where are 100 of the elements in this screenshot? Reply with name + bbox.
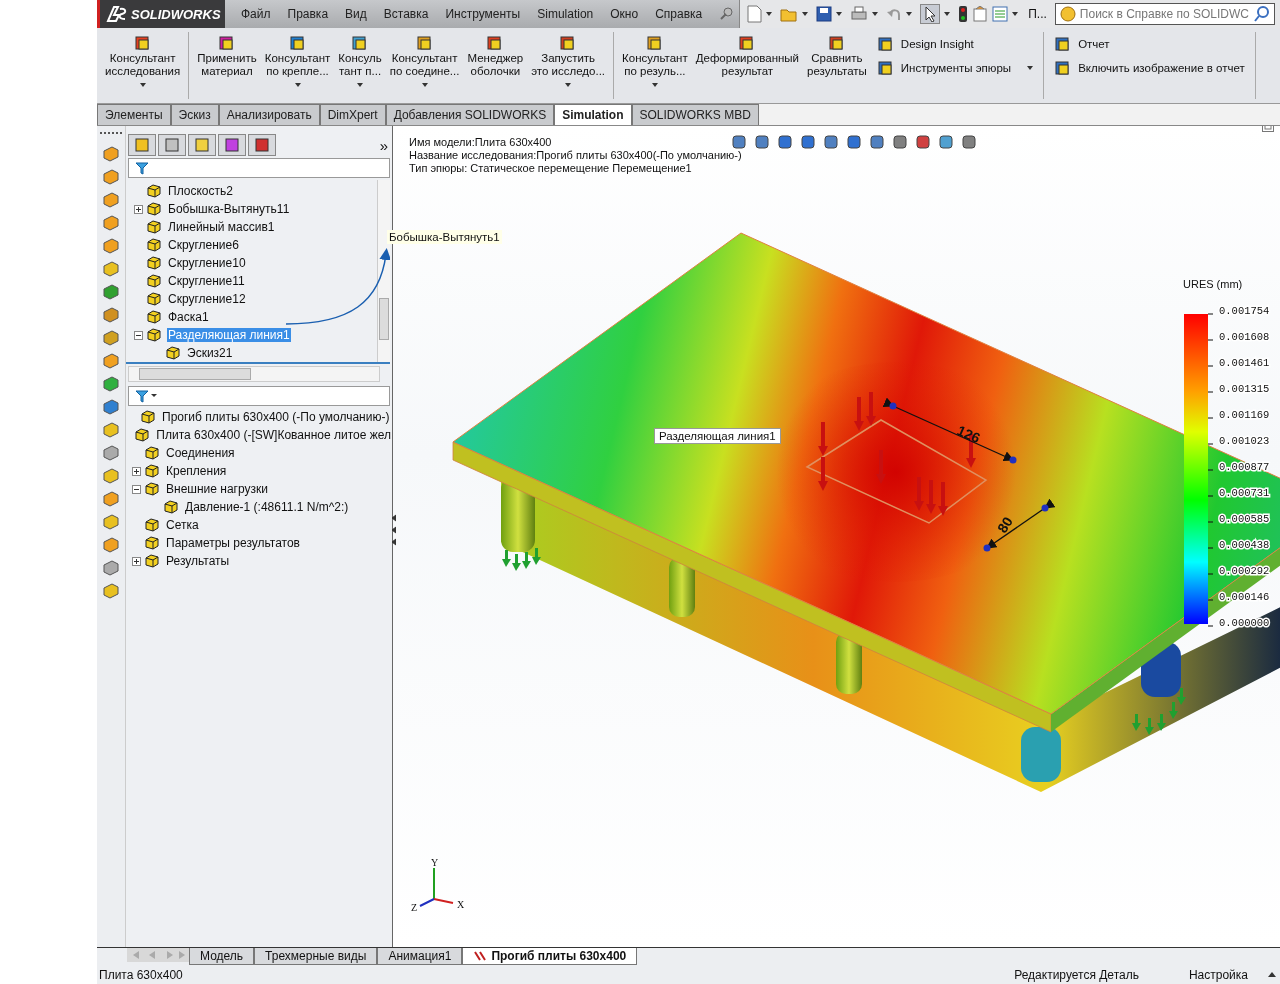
expand-toggle[interactable] <box>132 466 142 476</box>
menu-item[interactable]: Вид <box>345 7 367 21</box>
tree-item[interactable]: Прогиб плиты 630x400 (-По умолчанию-) <box>161 410 391 424</box>
view-tool-icon[interactable] <box>800 134 816 150</box>
ribbon-button[interactable]: Сравнить результаты <box>803 32 871 98</box>
tree-item[interactable]: Давление-1 (:48611.1 N/m^2:) <box>184 500 350 514</box>
collapse-handle[interactable] <box>391 512 397 548</box>
caret-icon[interactable] <box>1027 66 1034 70</box>
caret-icon[interactable] <box>1268 971 1276 979</box>
clipboard-icon[interactable] <box>972 6 989 22</box>
panel-tab[interactable] <box>128 134 156 156</box>
tool-icon[interactable] <box>102 214 120 232</box>
tab[interactable]: DimXpert <box>319 104 386 125</box>
search-field[interactable]: Поиск в Справке по SOLIDWC <box>1054 3 1275 25</box>
tool-icon[interactable] <box>102 237 120 255</box>
scrollbar[interactable] <box>128 366 380 382</box>
expand-button[interactable]: » <box>379 136 388 154</box>
tab[interactable]: Трехмерные виды <box>254 948 378 965</box>
tool-icon[interactable] <box>102 168 120 186</box>
caret-icon[interactable] <box>944 12 951 16</box>
tree-item[interactable]: Фаска1 <box>167 310 210 324</box>
ribbon-button[interactable]: Консультант по резуль... <box>618 32 692 98</box>
tab[interactable]: SOLIDWORKS MBD <box>631 104 759 125</box>
caret-icon[interactable] <box>294 83 301 87</box>
tool-icon[interactable] <box>102 398 120 416</box>
tab[interactable]: Добавления SOLIDWORKS <box>385 104 555 125</box>
caret-icon[interactable] <box>872 12 879 16</box>
collapse-toggle[interactable] <box>132 484 142 494</box>
tree-item[interactable]: Скругление12 <box>167 292 247 306</box>
tab[interactable]: Модель <box>189 948 255 965</box>
caret-icon[interactable] <box>906 12 913 16</box>
tab[interactable]: Элементы <box>97 104 171 125</box>
tree-item[interactable]: Соединения <box>165 446 236 460</box>
ribbon-button[interactable]: Отчет <box>1052 34 1247 54</box>
tool-icon[interactable] <box>102 283 120 301</box>
view-tool-icon[interactable] <box>915 134 931 150</box>
tool-icon[interactable] <box>102 467 120 485</box>
view-tool-icon[interactable] <box>938 134 954 150</box>
expand-toggle[interactable] <box>134 204 144 214</box>
tool-icon[interactable] <box>102 444 120 462</box>
tree-item[interactable]: Скругление11 <box>167 274 246 288</box>
tool-icon[interactable] <box>102 421 120 439</box>
tree-item[interactable]: Бобышка-Вытянуть11 <box>167 202 291 216</box>
ribbon-button[interactable]: Менеджер оболочки <box>463 32 528 98</box>
caret-icon[interactable] <box>1012 12 1019 16</box>
tree-item[interactable]: Сетка <box>165 518 200 532</box>
tool-icon[interactable] <box>102 536 120 554</box>
menu-item[interactable]: Файл <box>241 7 271 21</box>
overflow-button[interactable]: П... <box>1028 7 1047 21</box>
view-tool-icon[interactable] <box>892 134 908 150</box>
ribbon-button[interactable]: Применить материал <box>193 32 261 98</box>
tree-item[interactable]: Плита 630x400 (-[SW]Кованное литое жел <box>155 428 392 442</box>
panel-tab[interactable] <box>158 134 186 156</box>
collapse-toggle[interactable] <box>134 330 144 340</box>
filter-icon[interactable] <box>135 389 159 403</box>
caret-icon[interactable] <box>651 83 658 87</box>
ribbon-button[interactable]: Запустить это исследо... <box>527 32 610 98</box>
panel-tab[interactable] <box>218 134 246 156</box>
view-tool-icon[interactable] <box>731 134 747 150</box>
tab[interactable]: Прогиб плиты 630x400 <box>462 948 638 965</box>
view-tool-icon[interactable] <box>777 134 793 150</box>
scrollbar[interactable] <box>377 180 390 362</box>
traffic-light-icon[interactable] <box>958 5 969 23</box>
tree-item[interactable]: Параметры результатов <box>165 536 301 550</box>
caret-icon[interactable] <box>139 83 146 87</box>
caret-icon[interactable] <box>836 12 843 16</box>
view-tool-icon[interactable] <box>869 134 885 150</box>
ribbon-button[interactable]: Консультант исследования <box>101 32 185 98</box>
panel-tab[interactable] <box>188 134 216 156</box>
caret-icon[interactable] <box>357 83 364 87</box>
search-icon[interactable] <box>1253 6 1270 22</box>
tool-icon[interactable] <box>102 490 120 508</box>
tool-icon[interactable] <box>102 352 120 370</box>
select-button[interactable] <box>920 4 941 24</box>
tree-item[interactable]: Скругление6 <box>167 238 240 252</box>
view-tool-icon[interactable] <box>754 134 770 150</box>
ribbon-button[interactable]: Консультант по соедине... <box>385 32 464 98</box>
tree-item[interactable]: Результаты <box>165 554 231 568</box>
tree-item[interactable]: Скругление10 <box>167 256 247 270</box>
tool-icon[interactable] <box>102 513 120 531</box>
menu-item[interactable]: Инструменты <box>445 7 521 21</box>
ribbon-button[interactable]: Design Insight <box>874 34 1036 54</box>
menu-item[interactable]: Правка <box>287 7 329 21</box>
tool-icon[interactable] <box>102 145 120 163</box>
tool-icon[interactable] <box>102 191 120 209</box>
tree-item[interactable]: Плоскость2 <box>167 184 234 198</box>
panel-tab[interactable] <box>248 134 276 156</box>
menu-item[interactable]: Справка <box>655 7 703 21</box>
ribbon-button[interactable]: Включить изображение в отчет <box>1052 58 1247 78</box>
ribbon-button[interactable]: Консуль тант п... <box>334 32 386 98</box>
menu-item[interactable]: Окно <box>610 7 639 21</box>
save-icon[interactable] <box>816 6 833 22</box>
caret-icon[interactable] <box>565 83 572 87</box>
expand-toggle[interactable] <box>132 556 142 566</box>
tree-item[interactable]: Линейный массив1 <box>167 220 276 234</box>
tab[interactable]: Simulation <box>554 104 632 125</box>
filter-icon[interactable] <box>135 161 149 175</box>
menu-item[interactable]: Вставка <box>383 7 429 21</box>
caret-icon[interactable] <box>766 12 773 16</box>
tree-item[interactable]: Эскиз21 <box>186 346 234 360</box>
